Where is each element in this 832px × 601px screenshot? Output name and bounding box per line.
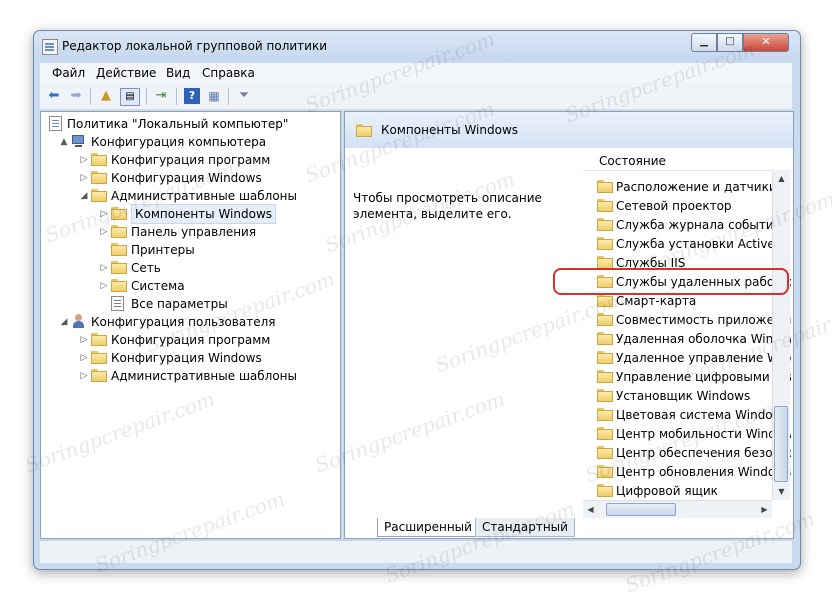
export-list-icon[interactable]: ⇥ — [153, 88, 169, 104]
list-item-label: Смарт-карта — [616, 294, 697, 308]
expand-arrow-icon[interactable]: ▷ — [79, 151, 89, 169]
folder-icon — [111, 261, 127, 274]
toolbar-separator — [176, 88, 177, 105]
scroll-left-arrow[interactable]: ◀ — [583, 501, 598, 518]
menu-view[interactable]: Вид — [166, 66, 190, 80]
policy-icon — [49, 116, 62, 131]
expand-arrow-icon[interactable]: ▷ — [99, 259, 109, 277]
folder-icon — [91, 351, 107, 364]
forward-icon[interactable]: ➡ — [68, 88, 84, 104]
toolbar-separator — [90, 88, 91, 105]
expand-arrow-icon[interactable]: ▷ — [79, 331, 89, 349]
highlight-annotation — [553, 268, 789, 295]
list-item[interactable]: Расположение и датчики — [583, 178, 791, 197]
hscroll-thumb[interactable] — [606, 503, 676, 516]
list-item-label: Цифровой ящик — [616, 484, 718, 498]
show-hide-tree-icon[interactable]: ▤ — [120, 88, 140, 106]
list-item-label: Совместимость приложений — [616, 313, 791, 327]
tree-item-label: Принтеры — [131, 243, 195, 257]
menu-help[interactable]: Справка — [202, 66, 255, 80]
folder-icon — [91, 333, 107, 346]
tree-item-label: Административные шаблоны — [111, 369, 298, 383]
expand-arrow-icon[interactable]: ▷ — [99, 277, 109, 295]
tree-item-label: Сеть — [131, 261, 161, 275]
folder-icon — [111, 225, 127, 238]
properties-icon[interactable]: ▦ — [206, 88, 222, 104]
tree-item-label: Конфигурация программ — [111, 153, 271, 167]
folder-icon — [597, 484, 613, 497]
back-icon[interactable]: ⬅ — [46, 88, 62, 104]
app-icon — [42, 39, 58, 55]
computer-icon — [71, 135, 86, 148]
window-title: Редактор локальной групповой политики — [62, 39, 328, 53]
collapse-arrow-icon[interactable]: ▲ — [59, 133, 69, 151]
tree-item-label: Конфигурация Windows — [111, 351, 262, 365]
menu-file[interactable]: Файл — [52, 66, 85, 80]
settings-doc-icon — [111, 296, 124, 311]
folder-icon — [597, 408, 613, 421]
tree-item-label: Конфигурация компьютера — [91, 135, 267, 149]
filter-icon[interactable]: ⏷ — [236, 88, 252, 104]
folder-icon — [91, 171, 107, 184]
folder-icon — [91, 369, 107, 382]
list-item[interactable]: Цифровой ящик — [583, 482, 791, 501]
toolbar-separator — [228, 88, 229, 105]
folder-icon — [91, 153, 107, 166]
list-item-label: Расположение и датчики — [616, 180, 777, 194]
column-header-state[interactable]: Состояние — [583, 148, 791, 171]
help-icon[interactable]: ? — [184, 88, 200, 104]
user-icon — [71, 314, 86, 329]
folder-icon — [597, 389, 613, 402]
tree-item-label: Панель управления — [131, 225, 257, 239]
folder-icon — [111, 243, 127, 256]
scroll-right-arrow[interactable]: ▶ — [757, 501, 772, 518]
folder-icon — [597, 351, 613, 364]
folder-icon — [597, 370, 613, 383]
folder-icon — [356, 124, 372, 137]
folder-icon — [111, 279, 127, 292]
collapse-arrow-icon[interactable]: ◢ — [79, 187, 89, 205]
list-item-label: Установщик Windows — [616, 389, 751, 403]
tree-item-label: Система — [131, 279, 185, 293]
collapse-arrow-icon[interactable]: ◢ — [59, 313, 69, 331]
folder-icon — [91, 189, 107, 202]
tree-item-label: Политика "Локальный компьютер" — [67, 117, 289, 131]
folder-icon — [597, 237, 613, 250]
folder-icon — [597, 427, 613, 440]
horizontal-scrollbar[interactable]: ◀ ▶ — [583, 500, 772, 518]
expand-arrow-icon[interactable]: ▷ — [79, 367, 89, 385]
expand-arrow-icon[interactable]: ▷ — [79, 349, 89, 367]
gpedit-window: Редактор локальной групповой политики ▁ … — [33, 30, 801, 570]
list-item-label: Сетевой проектор — [616, 199, 732, 213]
expand-arrow-icon[interactable]: ▷ — [79, 169, 89, 187]
menu-action[interactable]: Действие — [96, 66, 156, 80]
folder-icon — [597, 199, 613, 212]
scroll-down-arrow[interactable]: ▼ — [773, 483, 790, 500]
folder-icon — [597, 332, 613, 345]
up-folder-icon[interactable]: ▲ — [98, 88, 114, 104]
toolbar-separator — [146, 88, 147, 105]
scroll-up-arrow[interactable]: ▲ — [773, 170, 790, 187]
folder-icon — [597, 180, 613, 193]
folder-icon — [597, 218, 613, 231]
